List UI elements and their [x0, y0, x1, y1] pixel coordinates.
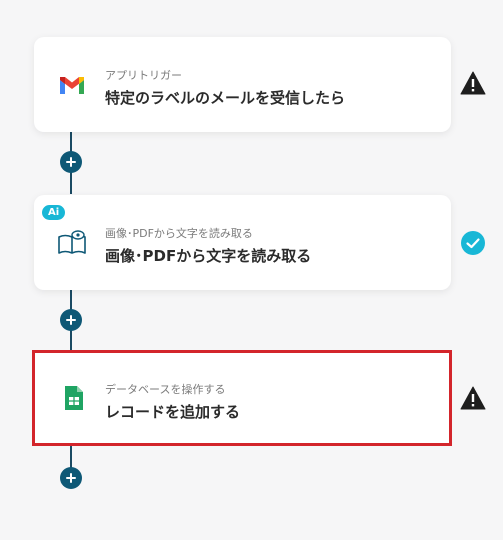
step-subtitle: 画像･PDFから文字を読み取る: [105, 227, 253, 240]
plus-icon: [66, 473, 76, 483]
check-icon: [459, 229, 487, 257]
add-step-button[interactable]: [60, 151, 82, 173]
add-step-button[interactable]: [60, 467, 82, 489]
step-title: 特定のラベルのメールを受信したら: [105, 89, 346, 107]
ocr-book-icon: [56, 227, 88, 259]
gmail-icon: [56, 69, 88, 101]
ai-badge: Ai: [42, 205, 66, 220]
add-step-button[interactable]: [60, 309, 82, 331]
google-sheets-icon: [58, 382, 90, 414]
step-card-trigger[interactable]: アプリトリガー 特定のラベルのメールを受信したら: [34, 37, 451, 132]
warning-icon: [459, 384, 487, 412]
step-title: レコードを追加する: [105, 403, 241, 421]
warning-icon: [459, 69, 487, 97]
step-title: 画像･PDFから文字を読み取る: [105, 247, 312, 265]
step-subtitle: データベースを操作する: [105, 383, 226, 396]
plus-icon: [66, 315, 76, 325]
step-subtitle: アプリトリガー: [105, 69, 182, 82]
step-card-add-record[interactable]: データベースを操作する レコードを追加する: [32, 350, 452, 446]
step-card-ocr[interactable]: 画像･PDFから文字を読み取る 画像･PDFから文字を読み取る: [34, 195, 451, 290]
plus-icon: [66, 157, 76, 167]
